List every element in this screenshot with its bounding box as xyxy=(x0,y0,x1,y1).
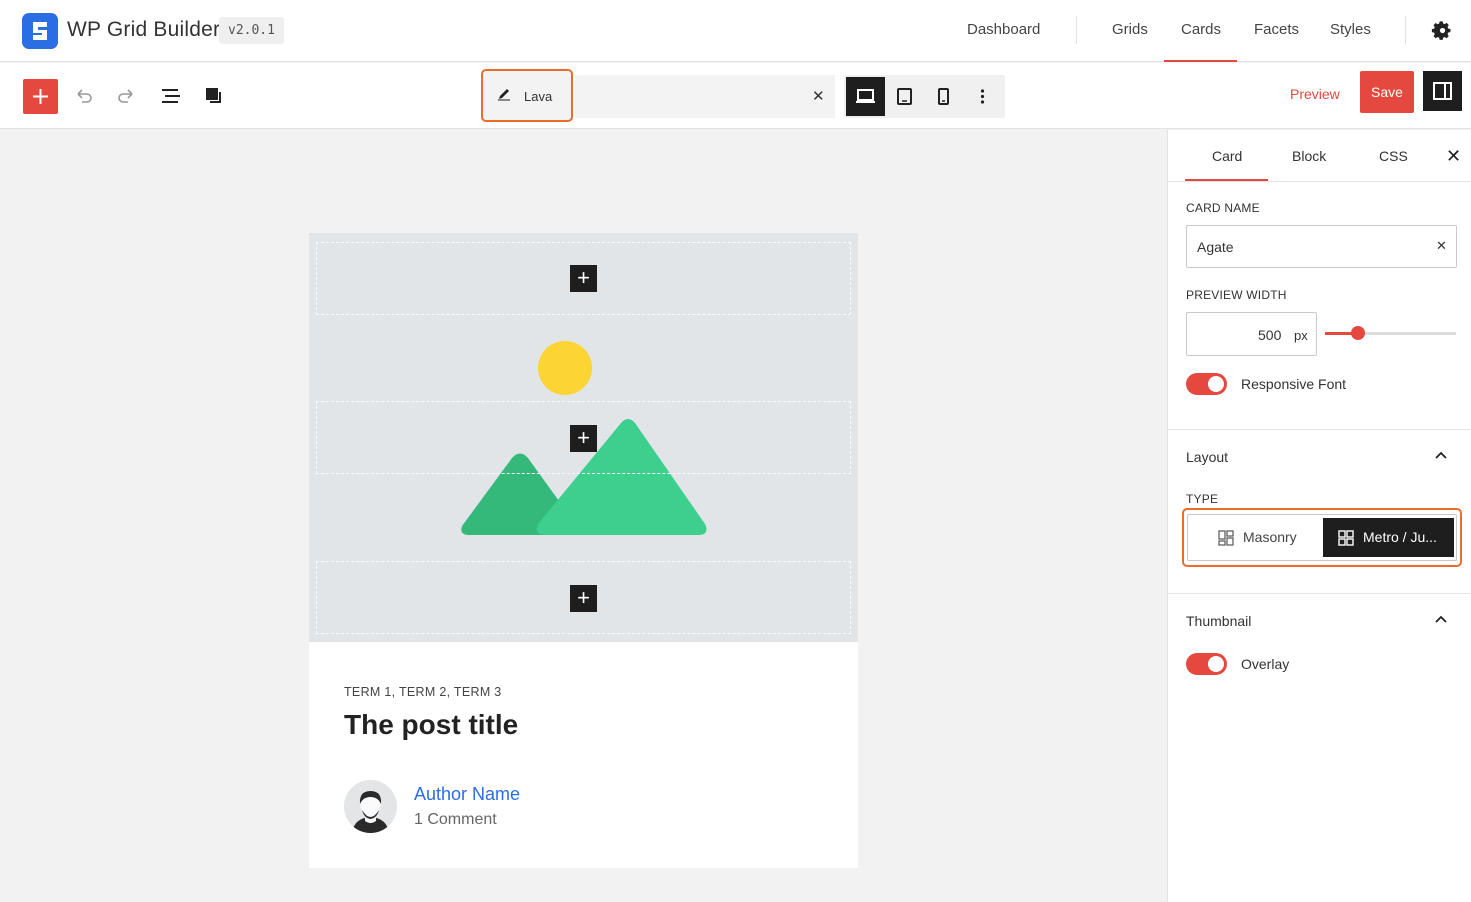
author-avatar[interactable] xyxy=(344,780,397,833)
preview-width-input[interactable]: 500 px xyxy=(1186,312,1317,356)
close-panel-icon[interactable]: ✕ xyxy=(1446,146,1461,167)
post-title[interactable]: The post title xyxy=(344,709,518,741)
toggle-sidebar-icon[interactable] xyxy=(1423,71,1462,111)
mobile-device-icon[interactable] xyxy=(924,77,963,116)
type-label: TYPE xyxy=(1186,492,1219,506)
card-title-text: Lava xyxy=(524,89,553,104)
preview-width-slider[interactable] xyxy=(1325,326,1456,340)
version-badge: v2.0.1 xyxy=(219,17,284,44)
app-title: WP Grid Builder xyxy=(67,18,221,41)
copy-layers-icon[interactable] xyxy=(203,85,227,109)
settings-gear-icon[interactable] xyxy=(1431,20,1452,46)
preview-width-label: PREVIEW WIDTH xyxy=(1186,288,1287,302)
desktop-device-icon[interactable] xyxy=(846,77,885,116)
responsive-font-toggle[interactable] xyxy=(1186,373,1227,395)
preview-width-value: 500 xyxy=(1258,327,1282,343)
author-name-link[interactable]: Author Name xyxy=(414,784,520,805)
nav-facets[interactable]: Facets xyxy=(1254,21,1299,38)
add-block-button[interactable] xyxy=(23,79,58,114)
post-terms[interactable]: TERM 1, TERM 2, TERM 3 xyxy=(344,685,502,699)
overlay-label: Overlay xyxy=(1241,656,1290,672)
masonry-grid-icon xyxy=(1218,530,1234,546)
nav-styles[interactable]: Styles xyxy=(1330,21,1371,38)
layout-type-highlight: Masonry Metro / Ju... xyxy=(1182,508,1462,567)
nav-cards[interactable]: Cards xyxy=(1181,21,1221,38)
chevron-up-icon[interactable] xyxy=(1434,448,1448,467)
type-metro-option[interactable]: Metro / Ju... xyxy=(1323,518,1454,557)
layout-section-title[interactable]: Layout xyxy=(1186,449,1228,465)
section-divider xyxy=(1168,593,1471,594)
preview-width-unit: px xyxy=(1294,328,1308,343)
slider-handle[interactable] xyxy=(1350,326,1365,340)
card-preview: + + + TERM 1, TERM 2, TERM 3 The post ti… xyxy=(309,233,858,868)
nav-divider xyxy=(1076,16,1077,44)
editor-toolbar: Lava ✕ Preview Save xyxy=(0,63,1471,129)
wp-grid-builder-logo-icon[interactable] xyxy=(22,13,58,49)
tab-card[interactable]: Card xyxy=(1212,148,1242,164)
metro-grid-icon xyxy=(1338,530,1354,546)
thumbnail-top-dropzone[interactable]: + xyxy=(316,242,851,315)
thumbnail-section-title[interactable]: Thumbnail xyxy=(1186,613,1251,629)
save-button[interactable]: Save xyxy=(1360,71,1414,113)
settings-panel: Card Block CSS ✕ CARD NAME Agate ✕ PREVI… xyxy=(1167,130,1471,902)
add-block-plus-icon[interactable]: + xyxy=(570,265,597,292)
tab-divider xyxy=(1168,181,1471,182)
nav-grids[interactable]: Grids xyxy=(1112,21,1148,38)
more-options-icon[interactable] xyxy=(963,77,1002,116)
nav-divider xyxy=(1405,16,1406,44)
undo-icon[interactable] xyxy=(73,85,97,109)
tablet-device-icon[interactable] xyxy=(885,77,924,116)
card-name-label: CARD NAME xyxy=(1186,201,1260,215)
layout-type-selector: Masonry Metro / Ju... xyxy=(1187,514,1457,561)
card-name-value: Agate xyxy=(1197,239,1234,255)
metro-label: Metro / Ju... xyxy=(1363,529,1437,545)
device-switcher xyxy=(844,75,1005,118)
card-thumbnail: + + + xyxy=(309,233,858,642)
clear-card-name-close-icon[interactable]: ✕ xyxy=(1436,238,1447,254)
thumbnail-middle-dropzone[interactable]: + xyxy=(316,401,851,474)
masonry-label: Masonry xyxy=(1243,529,1297,545)
clear-title-close-icon[interactable]: ✕ xyxy=(812,87,825,105)
section-divider xyxy=(1168,429,1471,430)
top-navigation-bar: WP Grid Builder v2.0.1 Dashboard Grids C… xyxy=(0,0,1471,62)
chevron-up-icon[interactable] xyxy=(1434,612,1448,631)
nav-dashboard[interactable]: Dashboard xyxy=(967,21,1040,38)
thumbnail-bottom-dropzone[interactable]: + xyxy=(316,561,851,634)
preview-link[interactable]: Preview xyxy=(1290,86,1340,102)
type-masonry-option[interactable]: Masonry xyxy=(1191,518,1321,557)
add-block-plus-icon[interactable]: + xyxy=(570,425,597,452)
card-name-input[interactable]: Agate ✕ xyxy=(1186,225,1457,268)
responsive-font-label: Responsive Font xyxy=(1241,376,1347,392)
overlay-toggle[interactable] xyxy=(1186,653,1227,675)
redo-icon[interactable] xyxy=(115,85,139,109)
list-view-icon[interactable] xyxy=(160,85,184,109)
card-title-field[interactable]: Lava xyxy=(481,69,573,122)
tab-css[interactable]: CSS xyxy=(1379,148,1408,164)
tab-block[interactable]: Block xyxy=(1292,148,1326,164)
pencil-icon xyxy=(497,87,511,106)
card-title-input[interactable] xyxy=(575,75,835,118)
comments-count[interactable]: 1 Comment xyxy=(414,811,497,829)
nav-active-indicator xyxy=(1164,60,1237,62)
add-block-plus-icon[interactable]: + xyxy=(570,585,597,612)
